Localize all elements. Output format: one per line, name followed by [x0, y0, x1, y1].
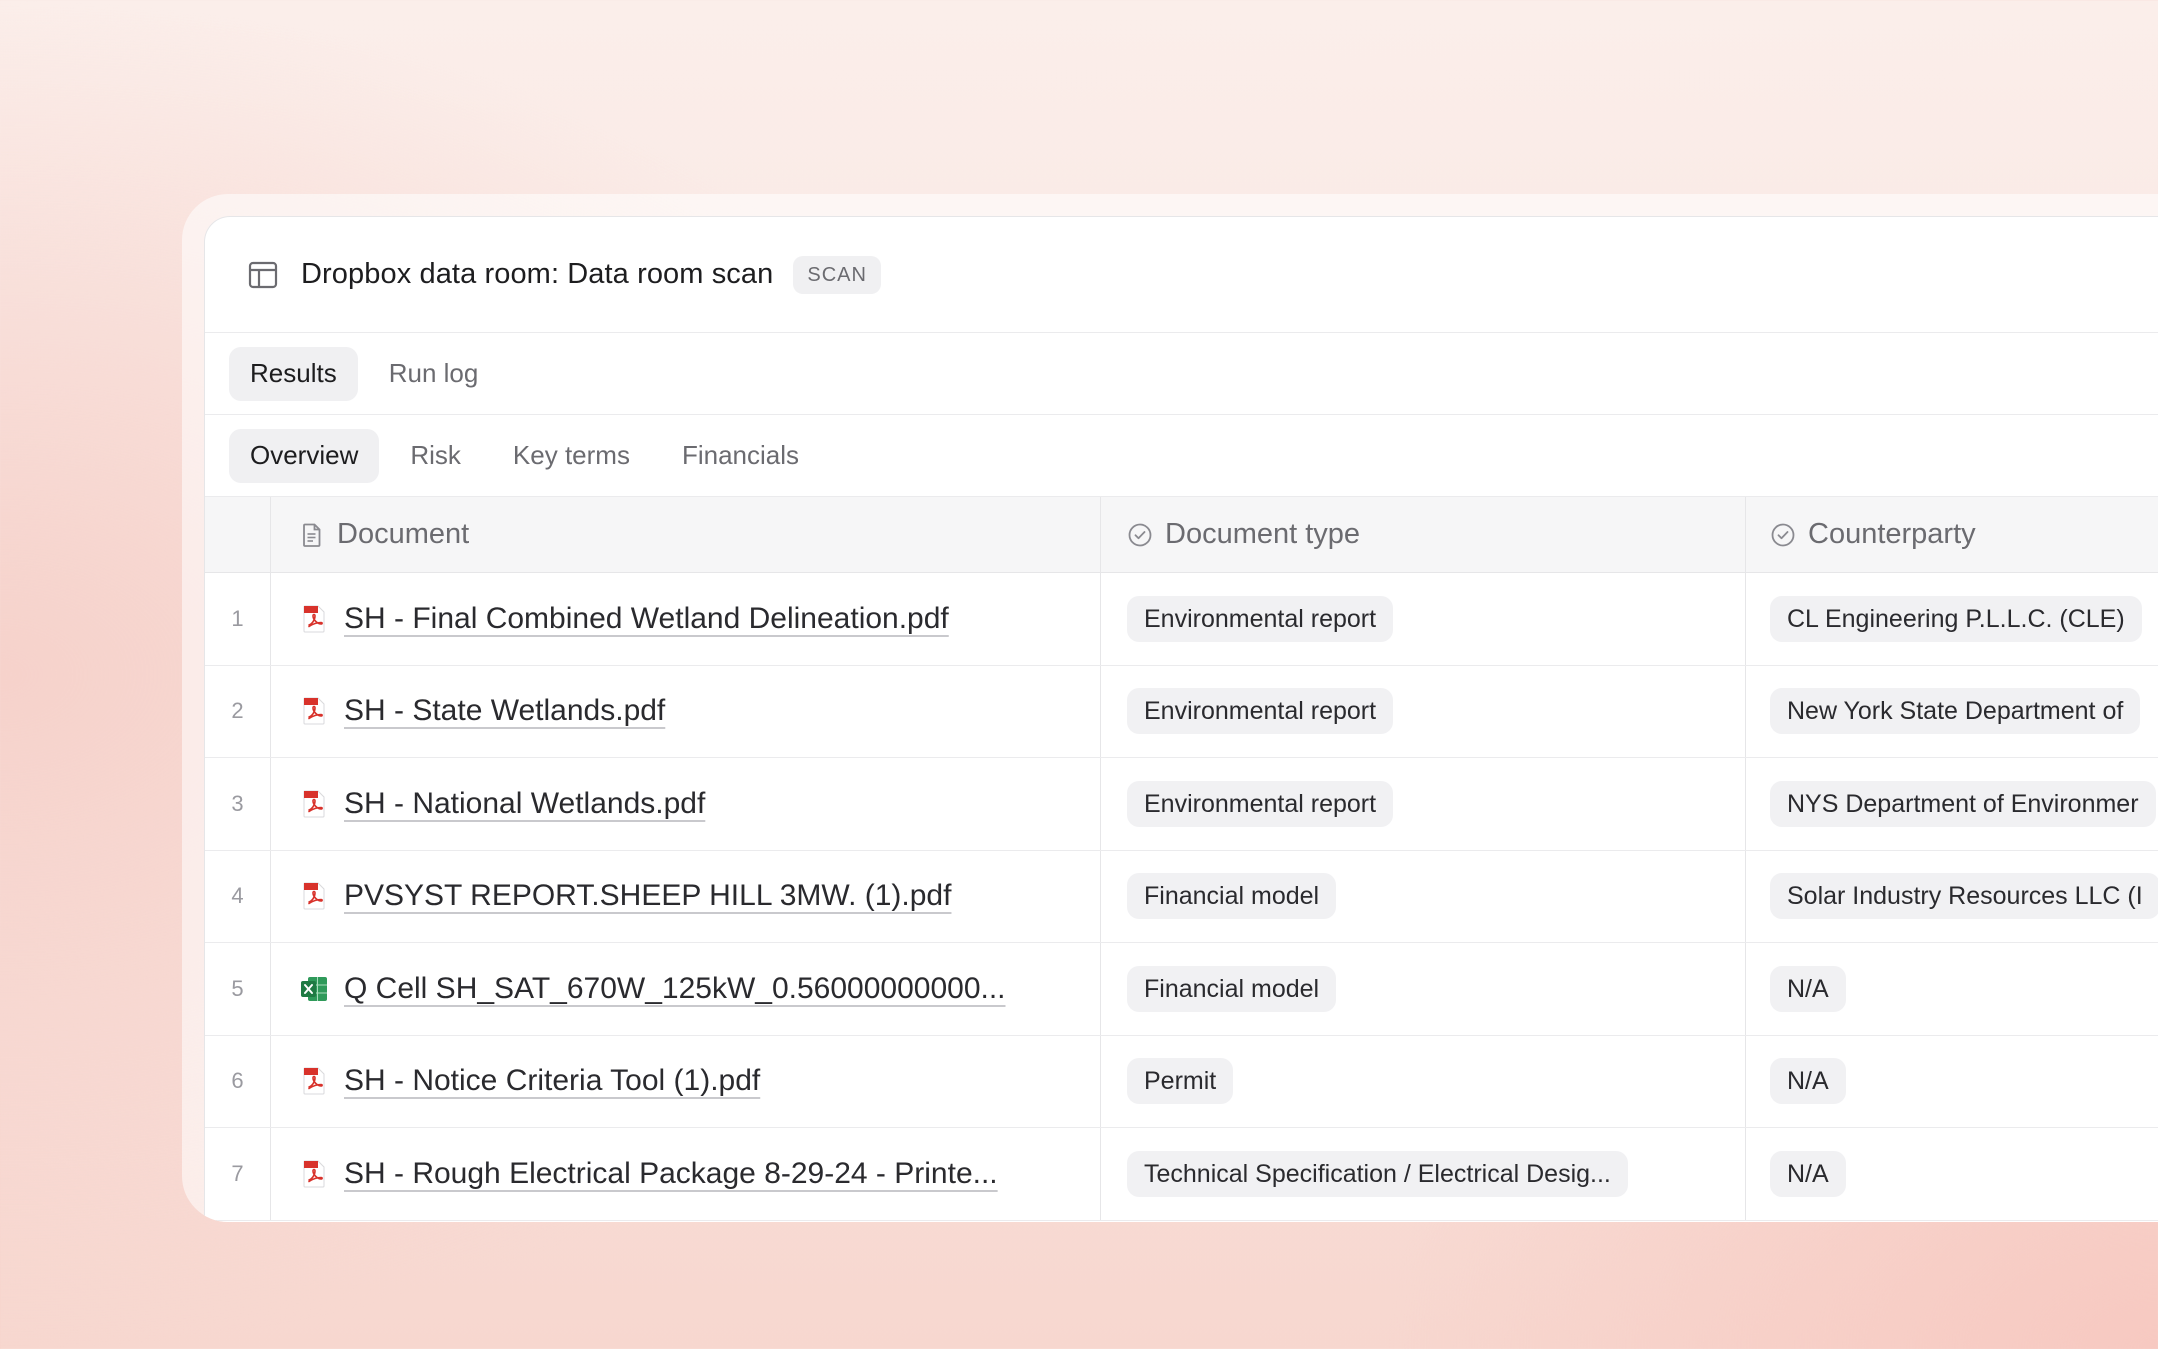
scan-badge: SCAN: [793, 255, 881, 294]
tab-overview[interactable]: Overview: [229, 428, 380, 483]
counterparty-pill[interactable]: N/A: [1770, 1150, 1846, 1197]
counterparty-pill[interactable]: N/A: [1770, 965, 1846, 1012]
counterparty-cell: Solar Industry Resources LLC (I: [1746, 851, 2158, 943]
table-row[interactable]: 2 SH - State Wetlands.pdf Environmental …: [205, 665, 2158, 758]
document-type-pill[interactable]: Environmental report: [1127, 780, 1394, 827]
document-cell: SH - Rough Electrical Package 8-29-24 - …: [271, 1128, 1101, 1220]
document-type-pill[interactable]: Environmental report: [1127, 688, 1394, 735]
document-type-pill[interactable]: Permit: [1127, 1058, 1234, 1105]
counterparty-cell: N/A: [1746, 1128, 2158, 1220]
document-link[interactable]: SH - State Wetlands.pdf: [344, 694, 665, 728]
row-index: 1: [205, 573, 271, 665]
page-title: Dropbox data room: Data room scan: [301, 258, 774, 290]
document-type-pill[interactable]: Financial model: [1127, 873, 1337, 920]
document-cell: SH - Notice Criteria Tool (1).pdf: [271, 1035, 1101, 1127]
counterparty-pill[interactable]: New York State Department of: [1770, 688, 2141, 735]
table-row[interactable]: 4 PVSYST REPORT.SHEEP HILL 3MW. (1).pdf …: [205, 850, 2158, 943]
document-type-cell: Financial model: [1101, 943, 1746, 1035]
row-index: 6: [205, 1035, 271, 1127]
table-row[interactable]: 3 SH - National Wetlands.pdf Environment…: [205, 758, 2158, 851]
tab-key-terms[interactable]: Key terms: [492, 429, 651, 483]
primary-tabs: Results Run log: [205, 333, 2158, 415]
document-icon: [303, 523, 321, 547]
counterparty-cell: N/A: [1746, 943, 2158, 1035]
column-header-document-type[interactable]: Document type: [1101, 497, 1746, 572]
document-link[interactable]: PVSYST REPORT.SHEEP HILL 3MW. (1).pdf: [344, 879, 951, 913]
column-label-document: Document: [337, 518, 470, 550]
column-label-document-type: Document type: [1165, 518, 1361, 550]
table-row[interactable]: 7 SH - Rough Electrical Package 8-29-24 …: [205, 1128, 2158, 1221]
counterparty-cell: New York State Department of: [1746, 666, 2158, 758]
data-room-window: Dropbox data room: Data room scan SCAN R…: [204, 216, 2158, 1222]
tab-run-log[interactable]: Run log: [368, 347, 500, 401]
document-cell: SH - Final Combined Wetland Delineation.…: [271, 573, 1101, 665]
document-link[interactable]: SH - Notice Criteria Tool (1).pdf: [344, 1064, 760, 1098]
check-circle-icon: [1128, 523, 1152, 546]
document-type-cell: Environmental report: [1101, 758, 1746, 850]
window-header: Dropbox data room: Data room scan SCAN: [205, 217, 2158, 333]
counterparty-pill[interactable]: CL Engineering P.L.L.C. (CLE): [1770, 595, 2142, 642]
counterparty-pill[interactable]: N/A: [1770, 1058, 1846, 1105]
row-index: 2: [205, 665, 271, 757]
counterparty-pill[interactable]: NYS Department of Environmer: [1770, 780, 2156, 827]
column-label-counterparty: Counterparty: [1808, 518, 1976, 550]
column-header-document[interactable]: Document: [271, 497, 1101, 572]
document-link[interactable]: Q Cell SH_SAT_670W_125kW_0.56000000000..…: [344, 972, 1006, 1006]
document-type-pill[interactable]: Technical Specification / Electrical Des…: [1127, 1150, 1628, 1197]
pdf-icon: [303, 1160, 325, 1188]
document-link[interactable]: SH - National Wetlands.pdf: [344, 787, 705, 821]
check-circle-icon: [1771, 523, 1795, 546]
index-column-header: [205, 497, 271, 572]
document-type-pill[interactable]: Financial model: [1127, 965, 1337, 1012]
pdf-icon: [303, 882, 325, 910]
tab-financials[interactable]: Financials: [661, 429, 820, 483]
document-cell: SH - National Wetlands.pdf: [271, 758, 1101, 850]
document-type-cell: Permit: [1101, 1035, 1746, 1127]
document-link[interactable]: SH - Rough Electrical Package 8-29-24 - …: [344, 1157, 998, 1191]
results-table: Document Document type Counterparty 1 SH…: [205, 497, 2158, 1221]
row-index: 4: [205, 850, 271, 942]
table-row[interactable]: 1 SH - Final Combined Wetland Delineatio…: [205, 573, 2158, 666]
document-cell: PVSYST REPORT.SHEEP HILL 3MW. (1).pdf: [271, 850, 1101, 942]
document-type-cell: Financial model: [1101, 850, 1746, 942]
row-index: 3: [205, 758, 271, 850]
column-header-counterparty[interactable]: Counterparty: [1746, 497, 2158, 572]
app-frame: Dropbox data room: Data room scan SCAN R…: [182, 194, 2158, 1222]
row-index: 5: [205, 943, 271, 1035]
tab-risk[interactable]: Risk: [389, 429, 482, 483]
document-link[interactable]: SH - Final Combined Wetland Delineation.…: [344, 602, 949, 636]
table-body: 1 SH - Final Combined Wetland Delineatio…: [205, 573, 2158, 1221]
table-row[interactable]: 5 Q Cell SH_SAT_670W_125kW_0.56000000000…: [205, 943, 2158, 1036]
row-index: 7: [205, 1128, 271, 1220]
pdf-icon: [303, 1067, 325, 1095]
counterparty-pill[interactable]: Solar Industry Resources LLC (I: [1770, 873, 2158, 920]
pdf-icon: [303, 790, 325, 818]
document-cell: SH - State Wetlands.pdf: [271, 665, 1101, 757]
counterparty-cell: CL Engineering P.L.L.C. (CLE): [1746, 573, 2158, 665]
document-type-cell: Environmental report: [1101, 573, 1746, 665]
document-type-cell: Environmental report: [1101, 665, 1746, 757]
counterparty-cell: N/A: [1746, 1036, 2158, 1128]
table-row[interactable]: 6 SH - Notice Criteria Tool (1).pdf Perm…: [205, 1035, 2158, 1128]
table-header: Document Document type Counterparty: [205, 497, 2158, 573]
tab-results[interactable]: Results: [229, 346, 358, 401]
secondary-tabs: Overview Risk Key terms Financials: [205, 415, 2158, 497]
pdf-icon: [303, 605, 325, 633]
excel-icon: [301, 976, 327, 1001]
table-icon: [248, 261, 278, 288]
counterparty-cell: NYS Department of Environmer: [1746, 758, 2158, 850]
document-cell: Q Cell SH_SAT_670W_125kW_0.56000000000..…: [271, 943, 1101, 1035]
document-type-pill[interactable]: Environmental report: [1127, 595, 1394, 642]
pdf-icon: [303, 697, 325, 725]
document-type-cell: Technical Specification / Electrical Des…: [1101, 1128, 1746, 1220]
